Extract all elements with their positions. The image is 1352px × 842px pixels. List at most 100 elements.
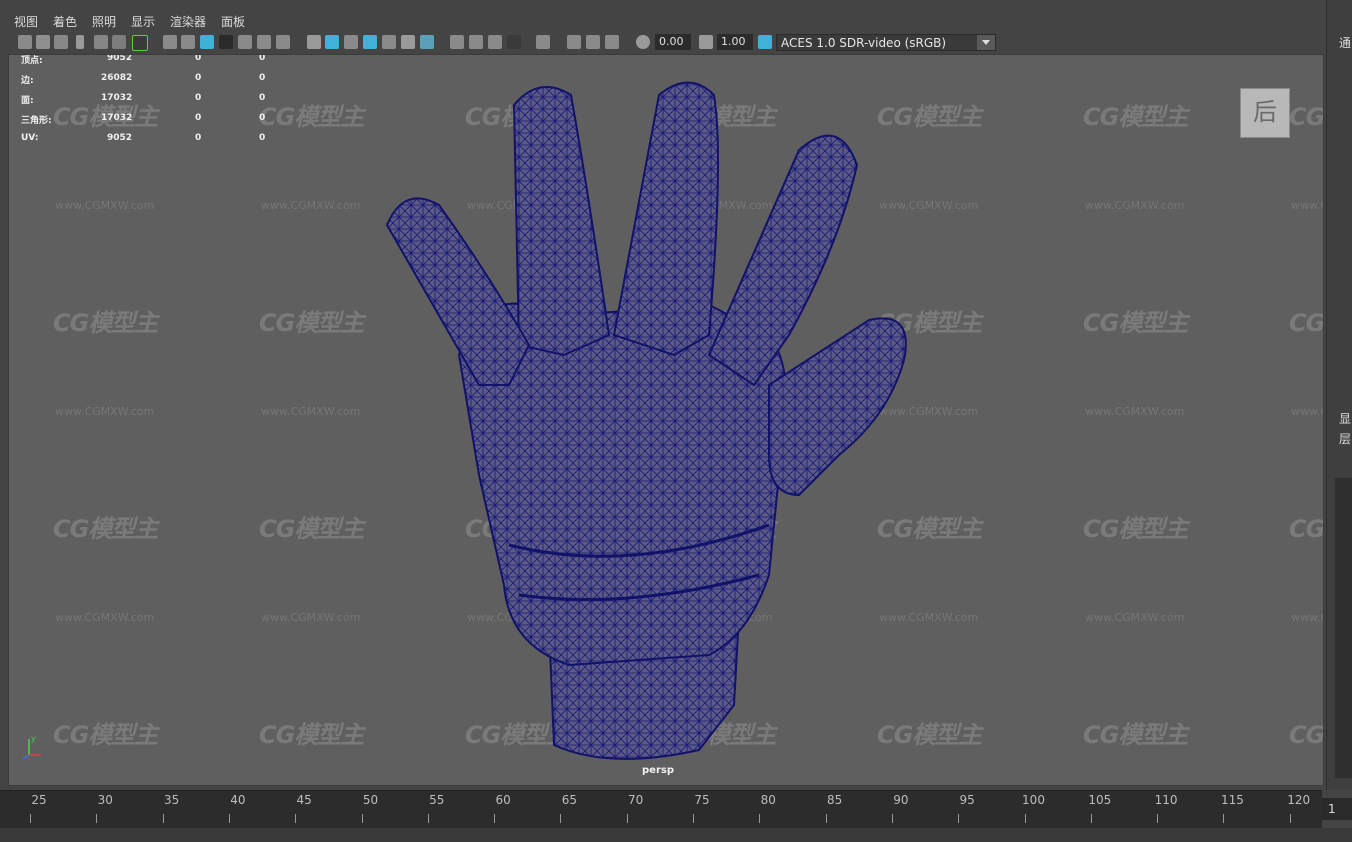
hud-value-selected: 0 (195, 133, 202, 143)
xray-joints-icon[interactable] (605, 35, 619, 49)
panel-menu-bar: 视图 着色 照明 显示 渲染器 面板 (0, 10, 1324, 32)
timeline-tick (1090, 814, 1092, 823)
axis-gizmo: y (22, 734, 41, 760)
hud-label: 顶点: (21, 56, 43, 66)
hud-value-uvs: 0 (259, 113, 266, 123)
timeline-tick-label: 100 (1022, 793, 1045, 807)
layer-scrollbar[interactable] (1335, 478, 1352, 778)
view-cube[interactable]: 后 (1240, 88, 1290, 138)
smooth-shade-icon[interactable] (325, 35, 339, 49)
shadows-icon[interactable] (420, 35, 434, 49)
bookmarks-icon[interactable] (54, 35, 68, 49)
panel-toolbar: 0.00 1.00 ACES 1.0 SDR-video (sRGB) (0, 32, 1324, 54)
perspective-viewport[interactable]: CG模型主 www.CGMXW.com CG模型主 www.CGMXW.com CG模型… (8, 54, 1324, 786)
current-frame-field[interactable]: 1 (1322, 798, 1352, 820)
hud-label: 面: (21, 96, 34, 106)
timeline-tick (958, 814, 960, 823)
hud-row-uvs: UV: 9052 0 0 (21, 133, 281, 145)
bookmark-icon[interactable] (76, 35, 84, 49)
motion-blur-icon[interactable] (469, 35, 483, 49)
time-slider[interactable]: 25 30 35 40 45 50 55 60 65 70 75 80 85 90 95 100 105 110 1… (0, 790, 1322, 829)
hud-value-selected: 0 (195, 93, 202, 103)
timeline-tick (30, 814, 31, 823)
camera-attributes-icon[interactable] (36, 35, 50, 49)
hud-row-triangles: 三角形: 17032 0 0 (21, 113, 281, 126)
menu-renderer[interactable]: 渲染器 (170, 13, 206, 30)
display-layer-tab[interactable]: 显 (1339, 410, 1351, 427)
use-all-lights-icon[interactable] (401, 35, 415, 49)
glove-wireframe-mesh[interactable] (9, 55, 1323, 785)
film-gate-icon[interactable] (181, 35, 195, 49)
gamma-field[interactable]: 1.00 (717, 34, 753, 50)
isolate-select-icon[interactable] (536, 35, 550, 49)
gate-mask-icon[interactable] (219, 35, 233, 49)
timeline-tick-label: 75 (694, 793, 710, 807)
image-plane-icon[interactable] (94, 35, 108, 49)
timeline-tick (361, 814, 363, 823)
wireframe-on-shaded-icon[interactable] (363, 35, 377, 49)
timeline-tick (494, 814, 496, 823)
hud-value-uvs: 0 (259, 93, 266, 103)
timeline-tick (1157, 814, 1159, 823)
timeline-tick-label: 25 (31, 793, 47, 807)
wireframe-icon[interactable] (307, 35, 321, 49)
hud-value-selected: 0 (195, 73, 202, 83)
screen-space-ao-icon[interactable] (450, 35, 464, 49)
timeline-tick (560, 814, 562, 823)
timeline-tick (891, 814, 893, 823)
hud-value: 17032 (101, 93, 133, 103)
timeline-tick (1223, 814, 1225, 823)
grid-icon[interactable] (163, 35, 177, 49)
xray-icon[interactable] (567, 35, 581, 49)
timeline-tick-label: 115 (1220, 793, 1244, 807)
hud-value: 9052 (107, 54, 133, 63)
timeline-tick (693, 814, 694, 823)
menu-show[interactable]: 显示 (131, 13, 155, 30)
range-slider-bar[interactable] (0, 828, 1352, 842)
xray-active-icon[interactable] (586, 35, 600, 49)
menu-view[interactable]: 视图 (14, 13, 38, 30)
timeline-tick (759, 814, 761, 823)
channel-box-tab[interactable]: 通 (1339, 34, 1351, 51)
timeline-tick-label: 50 (362, 793, 379, 807)
menu-shading[interactable]: 着色 (53, 13, 77, 30)
exposure-icon[interactable] (636, 35, 650, 49)
hud-row-edges: 边: 26082 0 0 (21, 73, 281, 86)
depth-of-field-icon[interactable] (507, 35, 521, 49)
hud-value-uvs: 0 (259, 54, 266, 63)
timeline-tick (427, 814, 429, 823)
hud-row-vertices: 顶点: 9052 0 0 (21, 54, 281, 66)
2d-pan-zoom-icon[interactable] (112, 35, 126, 49)
exposure-field[interactable]: 0.00 (655, 34, 691, 50)
menu-panels[interactable]: 面板 (221, 13, 245, 30)
channel-box-panel: 通 显 层 (1326, 0, 1352, 790)
select-camera-icon[interactable] (18, 35, 32, 49)
gamma-icon[interactable] (699, 35, 713, 49)
timeline-tick-label: 105 (1088, 793, 1112, 807)
resolution-gate-icon[interactable] (200, 35, 214, 49)
menu-lighting[interactable]: 照明 (92, 13, 116, 30)
timeline-tick-label: 80 (760, 793, 776, 807)
hud-value-selected: 0 (195, 54, 202, 63)
chevron-down-icon[interactable] (977, 35, 995, 50)
textured-icon[interactable] (382, 35, 396, 49)
maya-window: 视图 着色 照明 显示 渲染器 面板 0.00 1.00 ACES 1.0 SD… (0, 0, 1352, 842)
layer-tab[interactable]: 层 (1339, 430, 1351, 447)
timeline-tick (1024, 814, 1026, 823)
safe-title-icon[interactable] (276, 35, 290, 49)
field-chart-icon[interactable] (238, 35, 252, 49)
color-space-dropdown[interactable]: ACES 1.0 SDR-video (sRGB) (776, 34, 996, 51)
color-space-label: ACES 1.0 SDR-video (sRGB) (781, 36, 947, 50)
camera-name-label: persp (642, 765, 674, 776)
hud-value: 26082 (101, 73, 133, 83)
timeline-tick-label: 30 (97, 793, 113, 807)
timeline-tick-label: 90 (893, 793, 909, 807)
hud-label: 边: (21, 76, 34, 86)
view-transform-icon[interactable] (758, 35, 772, 49)
anti-aliasing-icon[interactable] (488, 35, 502, 49)
hud-value-selected: 0 (195, 113, 202, 123)
safe-action-icon[interactable] (257, 35, 271, 49)
default-material-icon[interactable] (344, 35, 358, 49)
hud-label: UV: (21, 133, 39, 143)
grease-pencil-icon[interactable] (132, 35, 148, 51)
